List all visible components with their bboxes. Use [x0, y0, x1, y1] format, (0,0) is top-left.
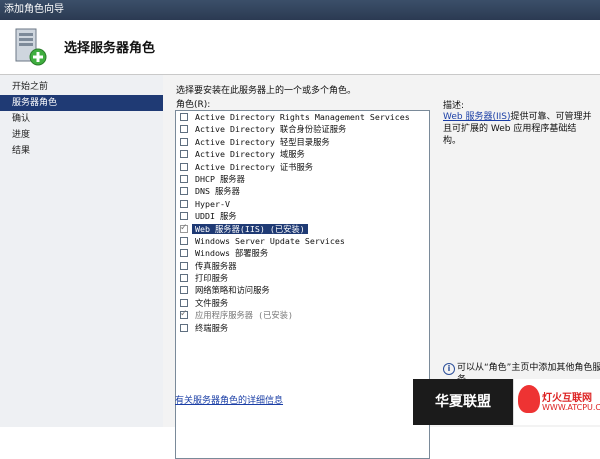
role-row[interactable]: Active Directory 联合身份验证服务: [176, 123, 429, 135]
role-label: Active Directory 轻型目录服务: [195, 136, 330, 147]
role-label: 传真服务器: [195, 260, 237, 271]
step-results[interactable]: 结果: [0, 143, 163, 159]
watermark-logo: 灯火互联网 WWW.ATCPU.COM: [513, 379, 600, 425]
role-checkbox[interactable]: [180, 274, 188, 283]
role-label: Web 服务器(IIS) (已安装): [192, 223, 308, 234]
role-label: 网络策略和访问服务: [195, 285, 270, 296]
role-label: Hyper-V: [195, 198, 230, 209]
server-roles-details-link[interactable]: 有关服务器角色的详细信息: [175, 393, 283, 406]
role-row[interactable]: Windows 部署服务: [176, 247, 429, 259]
main-content: 选择要安装在此服务器上的一个或多个角色。 角色(R): Active Direc…: [163, 75, 600, 459]
description-role-link[interactable]: Web 服务器(IIS): [443, 112, 511, 122]
role-checkbox[interactable]: [180, 286, 188, 295]
role-label: 应用程序服务器 (已安装): [195, 310, 293, 321]
role-checkbox[interactable]: [180, 249, 188, 258]
role-label: Active Directory Rights Management Servi…: [195, 112, 410, 122]
wizard-header: 选择服务器角色: [0, 20, 600, 75]
role-label: Windows 部署服务: [195, 248, 269, 259]
role-checkbox[interactable]: ✓: [180, 309, 188, 320]
role-row[interactable]: Active Directory 域服务: [176, 148, 429, 160]
role-row[interactable]: 打印服务: [176, 272, 429, 284]
step-progress[interactable]: 进度: [0, 127, 163, 143]
watermark-site-name: 灯火互联网: [542, 393, 592, 404]
role-row[interactable]: 终端服务: [176, 322, 429, 334]
window-titlebar: 添加角色向导: [0, 0, 600, 20]
role-checkbox[interactable]: [180, 199, 188, 208]
role-row[interactable]: Hyper-V: [176, 198, 429, 210]
wizard-steps-sidebar: 开始之前 服务器角色 确认 进度 结果: [0, 75, 163, 427]
role-checkbox[interactable]: [180, 212, 188, 221]
role-checkbox[interactable]: [180, 125, 188, 134]
role-label: 文件服务: [195, 297, 229, 308]
roles-label: 角色(R):: [176, 100, 211, 110]
step-before-you-begin[interactable]: 开始之前: [0, 79, 163, 95]
role-label: DNS 服务器: [195, 186, 240, 197]
window-title: 添加角色向导: [4, 4, 64, 15]
role-checkbox[interactable]: [180, 323, 188, 332]
role-row[interactable]: Active Directory 轻型目录服务: [176, 136, 429, 148]
role-label: Active Directory 域服务: [195, 149, 305, 160]
role-checkbox[interactable]: [180, 261, 188, 270]
description-title: 描述:: [443, 101, 465, 111]
role-row[interactable]: 传真服务器: [176, 260, 429, 272]
role-checkbox[interactable]: [180, 174, 188, 183]
role-label: 打印服务: [195, 273, 229, 284]
role-checkbox[interactable]: ✓: [180, 222, 188, 233]
flame-logo-icon: [518, 385, 540, 413]
watermark-banner: 华夏联盟: [413, 379, 513, 425]
role-row[interactable]: 网络策略和访问服务: [176, 284, 429, 296]
role-label: DHCP 服务器: [195, 173, 245, 184]
step-confirmation[interactable]: 确认: [0, 111, 163, 127]
role-label: UDDI 服务: [195, 211, 237, 222]
roles-list[interactable]: Active Directory Rights Management Servi…: [175, 110, 430, 459]
role-row[interactable]: Windows Server Update Services: [176, 235, 429, 247]
check-mark-icon: ✓: [180, 309, 188, 320]
role-label: Active Directory 联合身份验证服务: [195, 124, 347, 135]
role-checkbox[interactable]: [180, 137, 188, 146]
info-icon: i: [443, 363, 455, 375]
role-label: 终端服务: [195, 322, 229, 333]
page-title: 选择服务器角色: [64, 41, 156, 56]
description-body: Web 服务器(IIS)提供可靠、可管理并且可扩展的 Web 应用程序基础结构。: [443, 111, 593, 147]
role-checkbox[interactable]: [180, 113, 188, 121]
instruction-text: 选择要安装在此服务器上的一个或多个角色。: [176, 86, 357, 96]
role-row[interactable]: ✓ 应用程序服务器 (已安装): [176, 309, 429, 321]
role-row[interactable]: Active Directory Rights Management Servi…: [176, 111, 429, 123]
step-server-roles[interactable]: 服务器角色: [0, 95, 163, 111]
role-checkbox[interactable]: [180, 298, 188, 307]
role-row[interactable]: Active Directory 证书服务: [176, 161, 429, 173]
role-checkbox[interactable]: [180, 162, 188, 171]
role-row[interactable]: UDDI 服务: [176, 210, 429, 222]
watermark-site-url: WWW.ATCPU.COM: [542, 403, 600, 412]
role-label: Windows Server Update Services: [195, 235, 345, 246]
role-row[interactable]: 文件服务: [176, 297, 429, 309]
role-checkbox[interactable]: [180, 150, 188, 159]
role-row[interactable]: DNS 服务器: [176, 185, 429, 197]
role-checkbox[interactable]: [180, 236, 188, 245]
server-add-icon: [15, 28, 47, 66]
check-mark-icon: ✓: [180, 222, 188, 233]
role-row[interactable]: ✓ Web 服务器(IIS) (已安装): [176, 223, 429, 235]
role-row[interactable]: DHCP 服务器: [176, 173, 429, 185]
role-checkbox[interactable]: [180, 187, 188, 196]
role-label: Active Directory 证书服务: [195, 161, 314, 172]
